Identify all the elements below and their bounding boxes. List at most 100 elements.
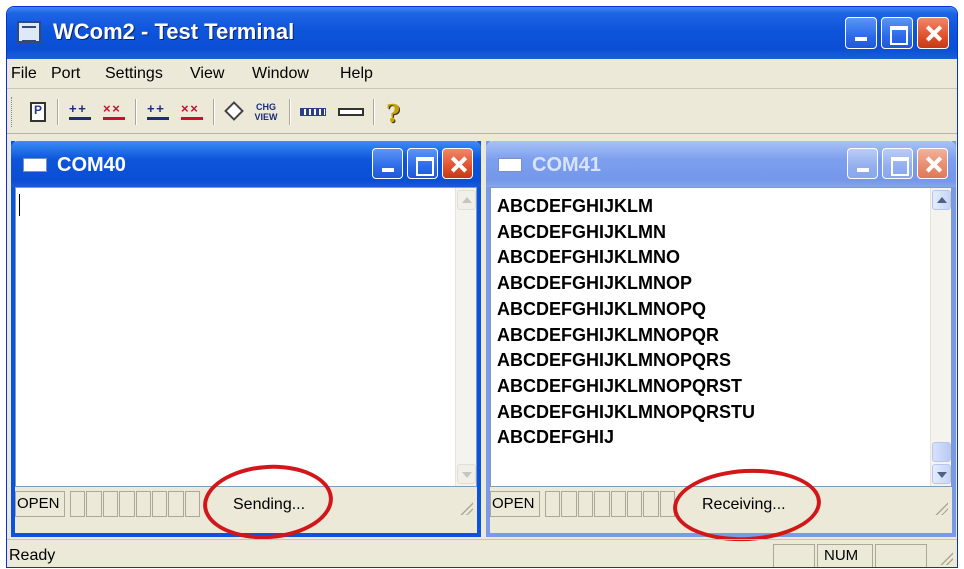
- toolbar-separator: [57, 99, 59, 125]
- signal-led: [102, 491, 119, 517]
- signal-led: [545, 491, 561, 517]
- received-line: ABCDEFGHIJKLMNOPQRS: [497, 350, 732, 371]
- connect-all-button[interactable]: [145, 100, 171, 124]
- com40-title-bar[interactable]: COM40: [11, 141, 481, 187]
- com41-status-bar: OPEN Receiving...: [490, 489, 952, 519]
- title-bar[interactable]: WCom2 - Test Terminal: [7, 7, 957, 59]
- scroll-down-button[interactable]: [932, 464, 951, 484]
- com41-close-button[interactable]: [917, 148, 948, 179]
- connect-all-icon: [147, 101, 169, 120]
- menu-help[interactable]: Help: [340, 65, 373, 83]
- toolbar-grip[interactable]: [11, 97, 14, 127]
- signal-led: [119, 491, 135, 517]
- received-line: ABCDEFGHIJKLMNO: [497, 247, 680, 268]
- received-line: ABCDEFGHIJKLMN: [497, 221, 666, 242]
- window-icon[interactable]: [498, 158, 522, 172]
- scroll-up-button[interactable]: [932, 190, 951, 210]
- received-line: ABCDEFGHIJKLMNOP: [497, 273, 693, 294]
- disconnect-all-button[interactable]: [179, 100, 205, 124]
- menu-port[interactable]: Port: [51, 65, 80, 83]
- transfer-status: Sending...: [233, 496, 306, 513]
- scroll-down-button[interactable]: [457, 464, 476, 484]
- change-view-button[interactable]: CHG VIEW: [253, 100, 279, 124]
- scroll-up-button[interactable]: [457, 190, 476, 210]
- port-state: OPEN: [490, 491, 540, 517]
- scroll-thumb[interactable]: [932, 442, 951, 462]
- com41-window: COM41 ABCDEFGHIJKLM ABCDEFGHIJKLMN ABCDE…: [486, 141, 956, 537]
- status-bar: Ready NUM: [7, 539, 957, 567]
- received-line: ABCDEFGHIJKLMNOPQRSTU: [497, 401, 756, 422]
- chevron-down-icon: [937, 472, 947, 478]
- com40-status-bar: OPEN Sending...: [15, 489, 477, 519]
- signal-led: [86, 491, 102, 517]
- received-lines: ABCDEFGHIJKLM ABCDEFGHIJKLMN ABCDEFGHIJK…: [497, 194, 755, 451]
- com41-title-bar[interactable]: COM41: [486, 141, 956, 187]
- disconnect-button[interactable]: [101, 100, 127, 124]
- received-line: ABCDEFGHIJKLMNOPQ: [497, 298, 707, 319]
- disconnect-icon: [103, 101, 125, 120]
- signal-indicators: [545, 491, 675, 517]
- text-caret: [19, 194, 20, 216]
- menu-file[interactable]: File: [11, 65, 37, 83]
- transfer-status: Receiving...: [702, 496, 786, 513]
- signal-led: [135, 491, 151, 517]
- com40-minimize-button[interactable]: [372, 148, 403, 179]
- hex-view-button[interactable]: [299, 100, 326, 124]
- menu-settings[interactable]: Settings: [105, 65, 163, 83]
- main-window: WCom2 - Test Terminal File Port Settings…: [6, 6, 958, 568]
- signal-led: [594, 491, 610, 517]
- signal-led: [610, 491, 626, 517]
- received-line: ABCDEFGHIJKLMNOPQR: [497, 324, 720, 345]
- empty-bar-icon: [338, 108, 364, 116]
- com40-vertical-scrollbar[interactable]: [455, 188, 476, 486]
- toolbar-separator: [135, 99, 137, 125]
- filled-bar-icon: [300, 108, 326, 116]
- resize-grip[interactable]: [939, 551, 953, 565]
- com41-terminal[interactable]: ABCDEFGHIJKLM ABCDEFGHIJKLMN ABCDEFGHIJK…: [490, 187, 952, 487]
- toolbar-separator: [289, 99, 291, 125]
- signal-led: [151, 491, 168, 517]
- connect-button[interactable]: [67, 100, 93, 124]
- com41-title: COM41: [532, 154, 601, 176]
- received-line: ABCDEFGHIJ: [497, 427, 615, 448]
- clear-button[interactable]: [221, 100, 247, 124]
- received-line: ABCDEFGHIJKLM: [497, 196, 653, 216]
- com40-terminal[interactable]: [15, 187, 477, 487]
- help-button[interactable]: ?: [381, 99, 407, 128]
- new-document-button[interactable]: [25, 100, 51, 124]
- signal-led: [168, 491, 184, 517]
- signal-indicators: [70, 491, 200, 517]
- menu-view[interactable]: View: [190, 65, 224, 83]
- status-pane-caps: [773, 544, 815, 567]
- com40-close-button[interactable]: [442, 148, 473, 179]
- com41-maximize-button[interactable]: [882, 148, 913, 179]
- com40-maximize-button[interactable]: [407, 148, 438, 179]
- com41-minimize-button[interactable]: [847, 148, 878, 179]
- app-icon[interactable]: [17, 21, 41, 43]
- resize-grip[interactable]: [459, 501, 473, 515]
- signal-led: [577, 491, 594, 517]
- com41-vertical-scrollbar[interactable]: [930, 188, 951, 486]
- resize-grip[interactable]: [934, 501, 948, 515]
- connect-icon: [69, 101, 91, 120]
- toolbar-separator: [213, 99, 215, 125]
- disconnect-all-icon: [181, 101, 203, 120]
- change-view-icon: CHG VIEW: [254, 102, 278, 122]
- menu-window[interactable]: Window: [252, 65, 309, 83]
- signal-led: [561, 491, 577, 517]
- maximize-button[interactable]: [881, 17, 913, 49]
- window-icon[interactable]: [23, 158, 47, 172]
- signal-led: [70, 491, 86, 517]
- toolbar-separator: [373, 99, 375, 125]
- text-view-button[interactable]: [337, 100, 364, 124]
- window-title: WCom2 - Test Terminal: [53, 19, 295, 44]
- status-pane-num: NUM: [817, 544, 873, 567]
- menu-bar: File Port Settings View Window Help: [7, 59, 957, 89]
- signal-led: [626, 491, 643, 517]
- status-pane-scroll: [875, 544, 927, 567]
- close-button[interactable]: [917, 17, 949, 49]
- chevron-up-icon: [937, 197, 947, 203]
- chevron-up-icon: [462, 197, 472, 203]
- minimize-button[interactable]: [845, 17, 877, 49]
- help-icon: ?: [386, 99, 401, 128]
